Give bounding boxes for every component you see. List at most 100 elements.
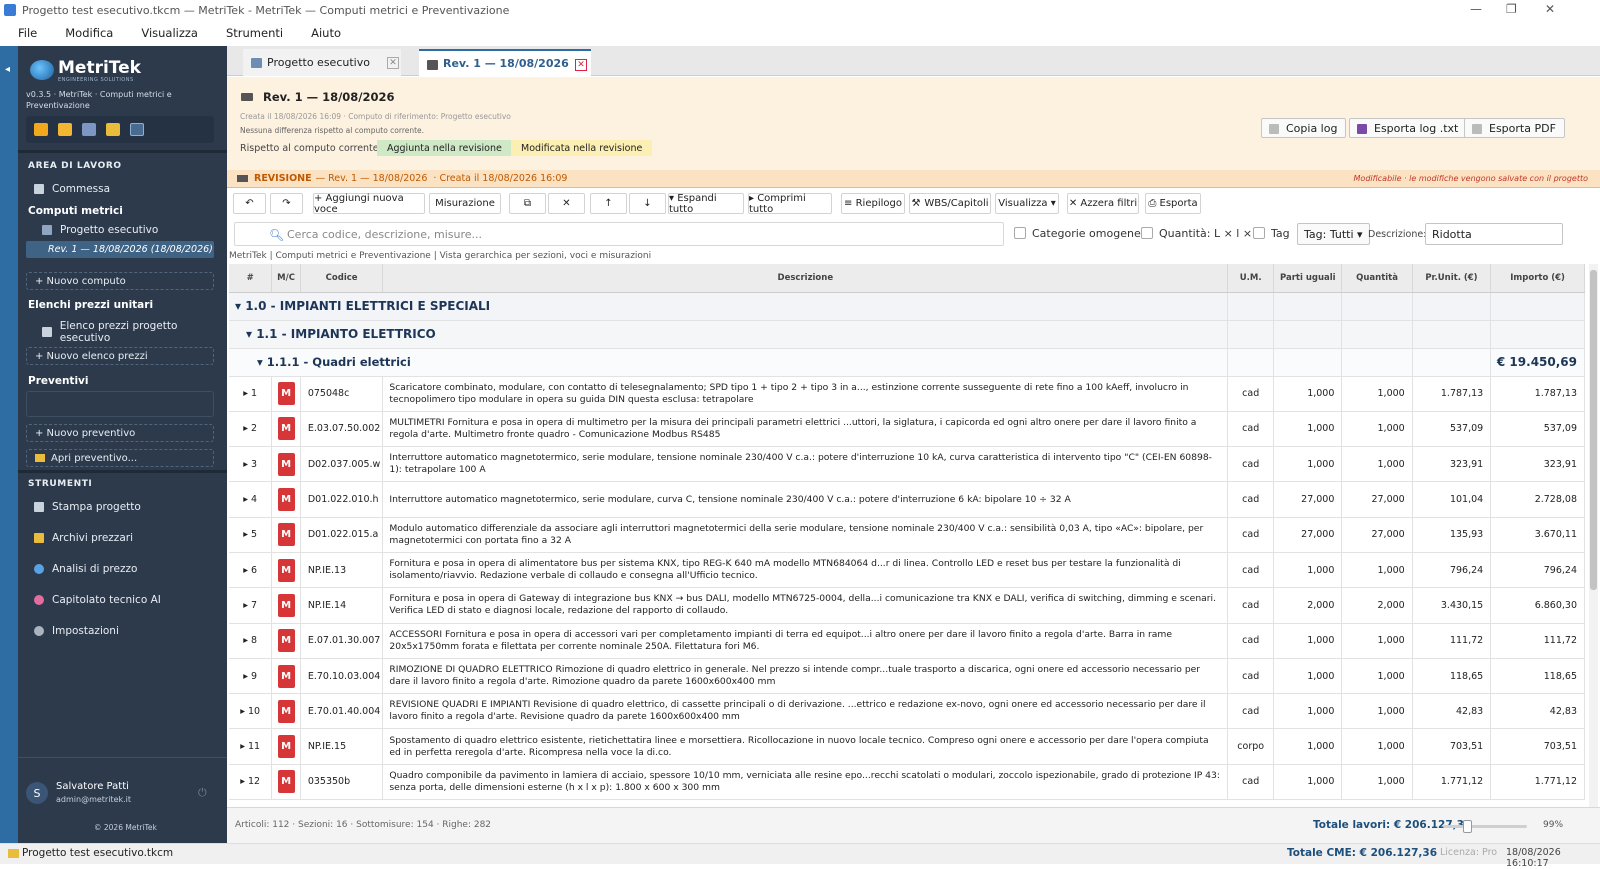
table-row[interactable]: ▸ 8 M E.07.01.30.007 ACCESSORI Fornitura e …	[229, 623, 1585, 659]
reset-filters-button[interactable]: ✕ Azzera filtri	[1067, 193, 1139, 214]
table-row[interactable]: ▸ 7 M NP.IE.14 Fornitura e posa in opera di…	[229, 587, 1585, 624]
empty-cell	[1412, 292, 1492, 321]
table-footer: Articoli: 112 · Sezioni: 16 · Sottomisur…	[227, 807, 1600, 843]
search-input[interactable]: 🔍︎ Cerca codice, descrizione, misure...	[234, 222, 1004, 246]
zoom-slider-handle[interactable]	[1463, 820, 1472, 833]
tab-progetto-esecutivo[interactable]: Progetto esecutivo ✕	[243, 49, 401, 76]
item-description: Fornitura e posa in opera di alimentator…	[382, 552, 1229, 589]
close-icon[interactable]: ✕	[1545, 2, 1555, 16]
move-down-button[interactable]: ↓	[629, 193, 666, 214]
sidebar-item-commessa[interactable]: Commessa	[34, 183, 110, 195]
maximize-icon[interactable]: ❐	[1506, 2, 1517, 16]
col-unit-price[interactable]: Pr.Unit. (€)	[1412, 264, 1492, 293]
mc-badge: M	[277, 593, 295, 617]
menu-strumenti[interactable]: Strumenti	[226, 26, 283, 40]
button-label: WBS/Capitoli	[924, 198, 989, 209]
export-log-button[interactable]: Esporta log .txt	[1349, 118, 1468, 138]
tag-checkbox[interactable]	[1253, 227, 1265, 239]
table-row[interactable]: ▸ 5 M D01.022.015.a Modulo automatico diffe…	[229, 517, 1585, 553]
sidebar-item-revision[interactable]: Rev. 1 — 18/08/2026 (18/08/2026)	[26, 241, 214, 258]
table-row[interactable]: ▸ 1 M 075048c Scaricatore combinato, modula…	[229, 376, 1585, 412]
save-icon[interactable]	[82, 123, 96, 136]
copy-log-button[interactable]: Copia log	[1261, 118, 1347, 138]
tab-bar: Progetto esecutivo ✕ Rev. 1 — 18/08/2026…	[227, 46, 1600, 76]
section-row[interactable]: ▾ 1.1 - IMPIANTO ELETTRICO	[229, 320, 1585, 349]
table-row[interactable]: ▸ 2 M E.03.07.50.002 MULTIMETRI Fornitura e…	[229, 411, 1585, 448]
table-row[interactable]: ▸ 10 M E.70.01.40.004 REVISIONE QUADRI E IM…	[229, 693, 1585, 730]
open-preventivo-button[interactable]: Apri preventivo...	[26, 449, 214, 467]
new-preventivo-button[interactable]: + Nuovo preventivo	[26, 424, 214, 442]
summary-button[interactable]: ≡ Riepilogo	[841, 193, 905, 214]
mc-cell: M	[271, 411, 301, 448]
undo-button[interactable]: ↶	[233, 193, 266, 214]
section-row[interactable]: ▾ 1.1.1 - Quadri elettrici € 19.450,69	[229, 348, 1585, 377]
view-dropdown[interactable]: Visualizza ▾	[995, 193, 1059, 214]
item-um: cad	[1227, 693, 1275, 730]
new-computo-button[interactable]: + Nuovo computo	[26, 272, 214, 290]
avatar[interactable]: S	[26, 782, 48, 804]
description-select[interactable]: Ridotta	[1425, 223, 1563, 245]
item-code: 035350b	[300, 764, 384, 801]
minimize-icon[interactable]: —	[1470, 2, 1482, 16]
item-description: Fornitura e posa in opera di Gateway di …	[382, 587, 1229, 624]
col-mc[interactable]: M/C	[271, 264, 301, 293]
tool-label: Impostazioni	[52, 625, 119, 637]
table-row[interactable]: ▸ 6 M NP.IE.13 Fornitura e posa in opera di…	[229, 552, 1585, 589]
table-row[interactable]: ▸ 11 M NP.IE.15 Spostamento di quadro elett…	[229, 728, 1585, 765]
quantity-checkbox[interactable]	[1141, 227, 1153, 239]
item-description: REVISIONE QUADRI E IMPIANTI Revisione di…	[382, 693, 1229, 730]
scrollbar-thumb[interactable]	[1590, 270, 1597, 590]
menu-aiuto[interactable]: Aiuto	[311, 26, 341, 40]
logout-icon[interactable]: ⏻	[198, 786, 207, 800]
duplicate-button[interactable]: ⧉	[509, 193, 546, 214]
table-row[interactable]: ▸ 9 M E.70.10.03.004 RIMOZIONE DI QUADRO EL…	[229, 658, 1585, 695]
export-folder-icon[interactable]	[106, 123, 120, 136]
section-row[interactable]: ▾ 1.0 - IMPIANTI ELETTRICI E SPECIALI	[229, 292, 1585, 321]
ai-icon[interactable]	[130, 123, 144, 136]
col-amount[interactable]: Importo (€)	[1490, 264, 1585, 293]
table-row[interactable]: ▸ 4 M D01.022.010.h Interruttore automatico…	[229, 481, 1585, 518]
export-pdf-button[interactable]: Esporta PDF	[1464, 118, 1565, 138]
table-row[interactable]: ▸ 12 M 035350b Quadro componibile da pavime…	[229, 764, 1585, 801]
col-index[interactable]: #	[229, 264, 273, 293]
tool-impostazioni[interactable]: Impostazioni	[34, 625, 119, 637]
zoom-slider[interactable]	[1443, 820, 1527, 833]
add-item-button[interactable]: + Aggiungi nuova voce	[313, 193, 425, 215]
tool-analisi-prezzo[interactable]: Analisi di prezzo	[34, 563, 137, 575]
table-row[interactable]: ▸ 3 M D02.037.005.w Interruttore automatico…	[229, 446, 1585, 483]
tag-select[interactable]: Tag: Tutti ▾	[1297, 223, 1370, 245]
tool-archivi-prezzari[interactable]: Archivi prezzari	[34, 532, 133, 544]
folder-icon	[34, 533, 44, 543]
col-quantity[interactable]: Quantità	[1341, 264, 1413, 293]
col-parti[interactable]: Parti uguali	[1273, 264, 1343, 293]
tab-close-icon[interactable]: ✕	[387, 57, 399, 69]
menu-visualizza[interactable]: Visualizza	[141, 26, 198, 40]
collapse-arrow-icon[interactable]: ◂	[5, 64, 10, 75]
tab-revision[interactable]: Rev. 1 — 18/08/2026 ✕	[419, 49, 591, 76]
menu-file[interactable]: File	[18, 26, 37, 40]
expand-all-button[interactable]: ▾ Espandi tutto	[668, 193, 744, 215]
new-price-list-button[interactable]: + Nuovo elenco prezzi	[26, 347, 214, 365]
redo-button[interactable]: ↷	[270, 193, 303, 214]
tool-stampa-progetto[interactable]: Stampa progetto	[34, 501, 141, 513]
sidebar-item-progetto-esecutivo[interactable]: Progetto esecutivo	[42, 224, 158, 236]
open-folder-icon[interactable]	[58, 123, 72, 136]
move-up-button[interactable]: ↑	[590, 193, 627, 214]
tab-close-icon[interactable]: ✕	[575, 59, 587, 71]
col-code[interactable]: Codice	[300, 264, 384, 293]
item-parti: 1,000	[1273, 411, 1343, 448]
sidebar-collapse-strip[interactable]: ◂	[0, 46, 18, 843]
export-button[interactable]: ⎙ Esporta	[1145, 193, 1201, 214]
measure-button[interactable]: Misurazione	[429, 193, 501, 214]
new-project-icon[interactable]	[34, 123, 48, 136]
col-um[interactable]: U.M.	[1227, 264, 1275, 293]
vertical-scrollbar[interactable]	[1589, 264, 1598, 807]
wbs-button[interactable]: ⚒ WBS/Capitoli	[909, 193, 991, 214]
delete-button[interactable]: ✕	[548, 193, 585, 214]
sidebar-item-elenco-prezzi[interactable]: Elenco prezzi progetto esecutivo	[42, 320, 227, 344]
categorie-checkbox[interactable]	[1014, 227, 1026, 239]
tool-capitolato-ai[interactable]: Capitolato tecnico AI	[34, 594, 161, 606]
col-description[interactable]: Descrizione	[382, 264, 1229, 293]
collapse-all-button[interactable]: ▸ Comprimi tutto	[748, 193, 832, 215]
menu-modifica[interactable]: Modifica	[65, 26, 113, 40]
